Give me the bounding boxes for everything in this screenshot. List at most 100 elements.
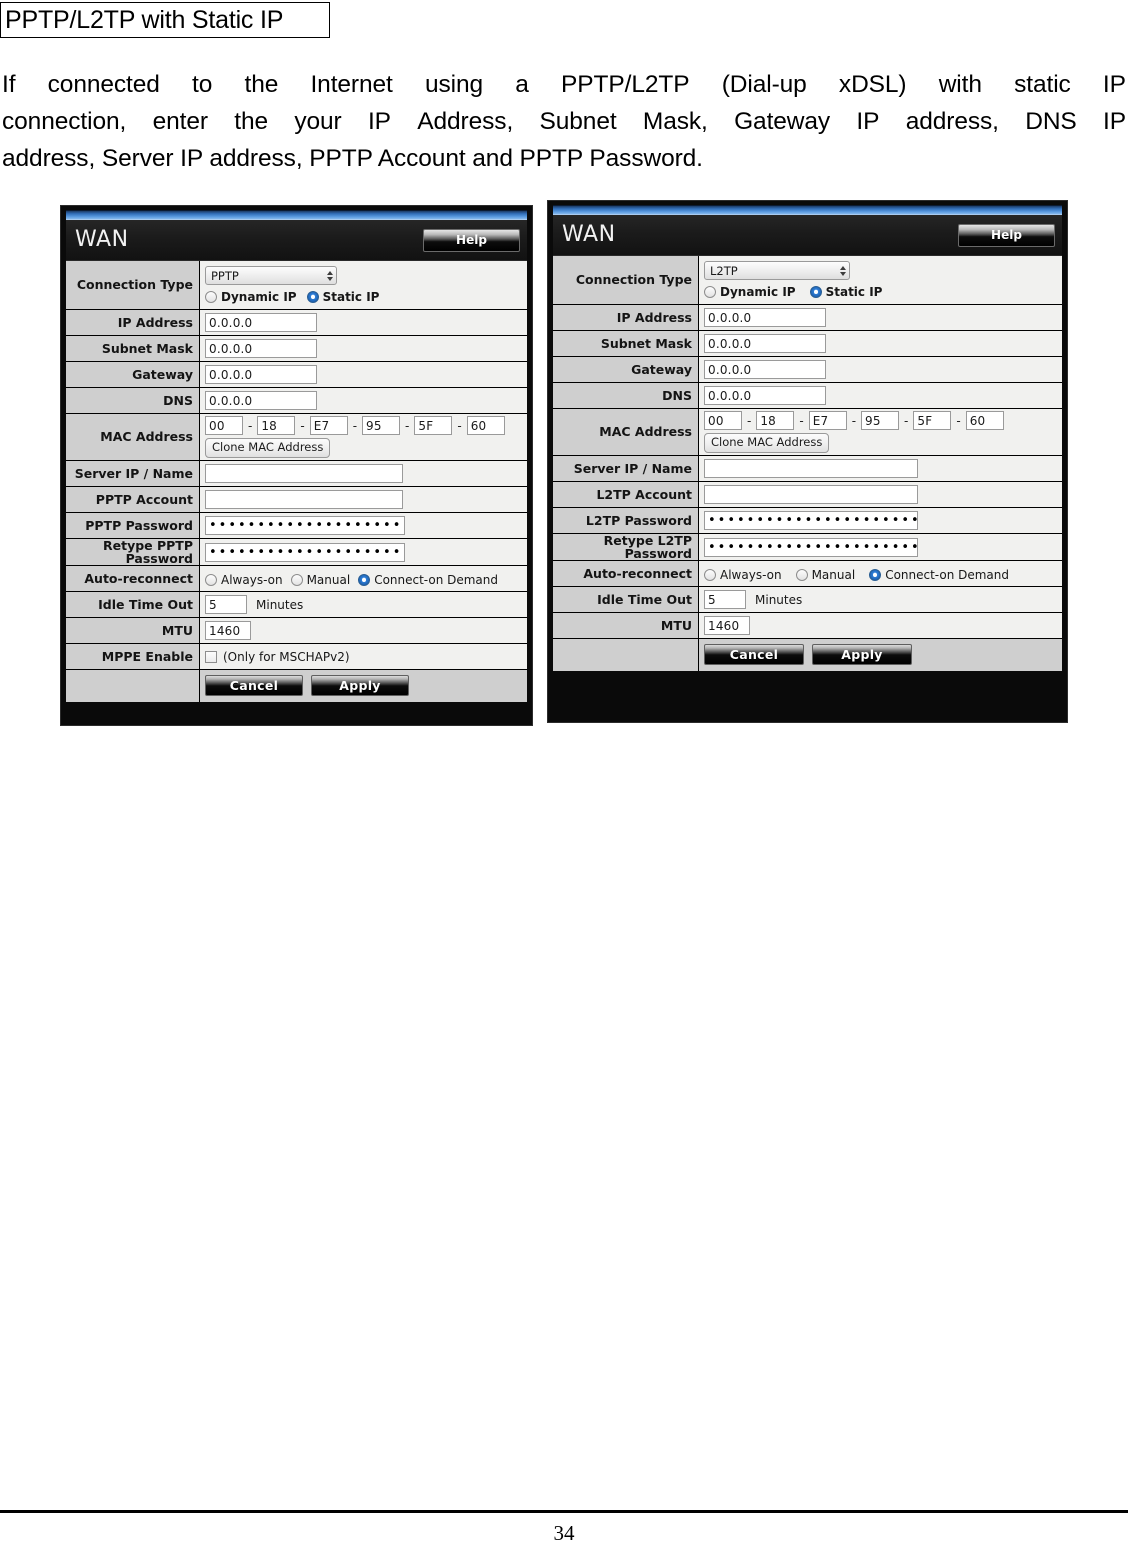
subnet-mask-input[interactable]: 0.0.0.0 bbox=[704, 334, 826, 353]
word: static bbox=[1014, 71, 1071, 98]
mac-octet-1[interactable]: 00 bbox=[704, 411, 742, 431]
mac-octet-6[interactable]: 60 bbox=[965, 411, 1004, 431]
mac-octet-4[interactable]: 95 bbox=[861, 411, 900, 431]
account-input[interactable] bbox=[704, 485, 918, 504]
row-account: L2TP Account bbox=[553, 482, 1062, 508]
chevron-updown-icon bbox=[327, 270, 333, 281]
connection-type-select[interactable]: L2TP bbox=[704, 261, 850, 280]
field-dns: 0.0.0.0 bbox=[699, 383, 1062, 408]
radio-label: Dynamic IP bbox=[221, 290, 297, 304]
cancel-button[interactable]: Cancel bbox=[704, 644, 804, 666]
ip-address-input[interactable]: 0.0.0.0 bbox=[704, 308, 826, 327]
label-idle-time-out: Idle Time Out bbox=[553, 587, 699, 613]
row-retype-password: Retype PPTP Password •••••••••••••••••••… bbox=[66, 539, 527, 567]
account-input[interactable] bbox=[205, 490, 403, 509]
field-idle-time-out: 5 Minutes bbox=[200, 592, 527, 618]
word: IP bbox=[1103, 108, 1126, 135]
password-input[interactable]: ••••••••••••••••••••••••••••••••••• bbox=[704, 511, 918, 530]
row-subnet-mask: Subnet Mask 0.0.0.0 bbox=[553, 331, 1062, 357]
gateway-input[interactable]: 0.0.0.0 bbox=[205, 365, 317, 384]
label-retype-password: Retype L2TP Password bbox=[553, 534, 699, 560]
row-retype-password: Retype L2TP Password •••••••••••••••••••… bbox=[553, 534, 1062, 562]
radio-dynamic-ip[interactable]: Dynamic IP bbox=[704, 285, 796, 299]
word: IP bbox=[1102, 71, 1126, 98]
radio-always-on[interactable]: Always-on bbox=[704, 568, 782, 582]
label-idle-time-out: Idle Time Out bbox=[66, 592, 200, 618]
subnet-mask-input[interactable]: 0.0.0.0 bbox=[205, 339, 317, 358]
row-server-ip: Server IP / Name bbox=[66, 461, 527, 487]
apply-button[interactable]: Apply bbox=[812, 644, 912, 666]
mac-octet-3[interactable]: E7 bbox=[309, 416, 348, 436]
mac-separator: - bbox=[405, 418, 410, 433]
word: with bbox=[938, 71, 982, 98]
mac-octet-4[interactable]: 95 bbox=[362, 416, 401, 436]
row-server-ip: Server IP / Name bbox=[553, 456, 1062, 482]
mac-octet-6[interactable]: 60 bbox=[466, 416, 505, 436]
radio-manual[interactable]: Manual bbox=[795, 568, 855, 582]
retype-password-input[interactable]: ••••••••••••••••••••••••••••••••• bbox=[205, 542, 405, 562]
label-gateway: Gateway bbox=[553, 357, 699, 382]
help-button[interactable]: Help bbox=[958, 223, 1055, 247]
radio-always-on[interactable]: Always-on bbox=[205, 573, 283, 587]
mac-octet-5[interactable]: 5F bbox=[414, 416, 453, 436]
word: Gateway bbox=[734, 108, 831, 135]
field-retype-password: ••••••••••••••••••••••••••••••••• bbox=[200, 539, 527, 566]
label-connection-type: Connection Type bbox=[553, 256, 699, 304]
label-auto-reconnect: Auto-reconnect bbox=[553, 561, 699, 587]
label-action-buttons-spacer bbox=[66, 670, 200, 703]
word: a bbox=[515, 71, 529, 98]
clone-mac-address-button[interactable]: Clone MAC Address bbox=[205, 438, 331, 458]
field-idle-time-out: 5 Minutes bbox=[699, 587, 1062, 613]
password-input[interactable]: ••••••••••••••••••••••••••••••••• bbox=[205, 516, 405, 535]
retype-password-input[interactable]: ••••••••••••••••••••••••••••••••••• bbox=[704, 537, 918, 557]
idle-time-out-input[interactable]: 5 bbox=[205, 595, 247, 615]
row-gateway: Gateway 0.0.0.0 bbox=[553, 357, 1062, 383]
mppe-enable-checkbox[interactable] bbox=[205, 650, 217, 663]
label-mtu: MTU bbox=[553, 613, 699, 639]
radio-connect-on-demand[interactable]: Connect-on Demand bbox=[869, 568, 1009, 582]
mac-octet-5[interactable]: 5F bbox=[913, 411, 952, 431]
radio-connect-on-demand[interactable]: Connect-on Demand bbox=[358, 573, 498, 587]
server-ip-input[interactable] bbox=[205, 464, 403, 483]
ip-address-input[interactable]: 0.0.0.0 bbox=[205, 313, 317, 332]
mtu-input[interactable]: 1460 bbox=[205, 621, 251, 641]
word: your bbox=[294, 108, 342, 135]
radio-manual[interactable]: Manual bbox=[290, 572, 351, 587]
field-server-ip bbox=[699, 456, 1062, 481]
mac-octet-2[interactable]: 18 bbox=[756, 411, 795, 431]
radio-static-ip[interactable]: Static IP bbox=[809, 285, 882, 299]
cancel-button[interactable]: Cancel bbox=[205, 675, 303, 697]
word: connected bbox=[47, 71, 160, 98]
mac-octet-3[interactable]: E7 bbox=[808, 411, 847, 431]
field-gateway: 0.0.0.0 bbox=[699, 357, 1062, 382]
gateway-input[interactable]: 0.0.0.0 bbox=[704, 360, 826, 379]
radio-dynamic-ip[interactable]: Dynamic IP bbox=[205, 290, 297, 304]
window-titlebar: WAN Help bbox=[66, 220, 527, 260]
dns-input[interactable]: 0.0.0.0 bbox=[205, 391, 317, 410]
mac-octet-1[interactable]: 00 bbox=[205, 416, 243, 436]
apply-button[interactable]: Apply bbox=[311, 675, 409, 697]
mac-separator: - bbox=[352, 418, 358, 433]
mtu-input[interactable]: 1460 bbox=[704, 616, 750, 636]
help-button[interactable]: Help bbox=[423, 228, 520, 252]
connection-type-select[interactable]: PPTP bbox=[205, 266, 337, 285]
clone-mac-address-button[interactable]: Clone MAC Address bbox=[704, 433, 830, 453]
field-connection-type: L2TP Dynamic IP Static IP bbox=[699, 256, 1062, 304]
field-server-ip bbox=[200, 461, 527, 486]
label-subnet-mask: Subnet Mask bbox=[553, 331, 699, 356]
radio-label: Always-on bbox=[221, 572, 283, 587]
window-title: WAN bbox=[562, 222, 616, 247]
footer-divider bbox=[0, 1510, 1128, 1513]
label-connection-type: Connection Type bbox=[66, 261, 200, 309]
dns-input[interactable]: 0.0.0.0 bbox=[704, 386, 826, 405]
label-action-buttons-spacer bbox=[553, 639, 699, 672]
mac-octet-2[interactable]: 18 bbox=[257, 416, 296, 436]
label-ip-address: IP Address bbox=[553, 305, 699, 330]
server-ip-input[interactable] bbox=[704, 459, 918, 478]
idle-time-out-input[interactable]: 5 bbox=[704, 590, 746, 610]
label-auto-reconnect: Auto-reconnect bbox=[66, 566, 200, 592]
field-ip-address: 0.0.0.0 bbox=[699, 305, 1062, 330]
radio-label: Manual bbox=[306, 572, 351, 587]
mac-separator: - bbox=[956, 413, 961, 428]
radio-static-ip[interactable]: Static IP bbox=[306, 290, 379, 304]
